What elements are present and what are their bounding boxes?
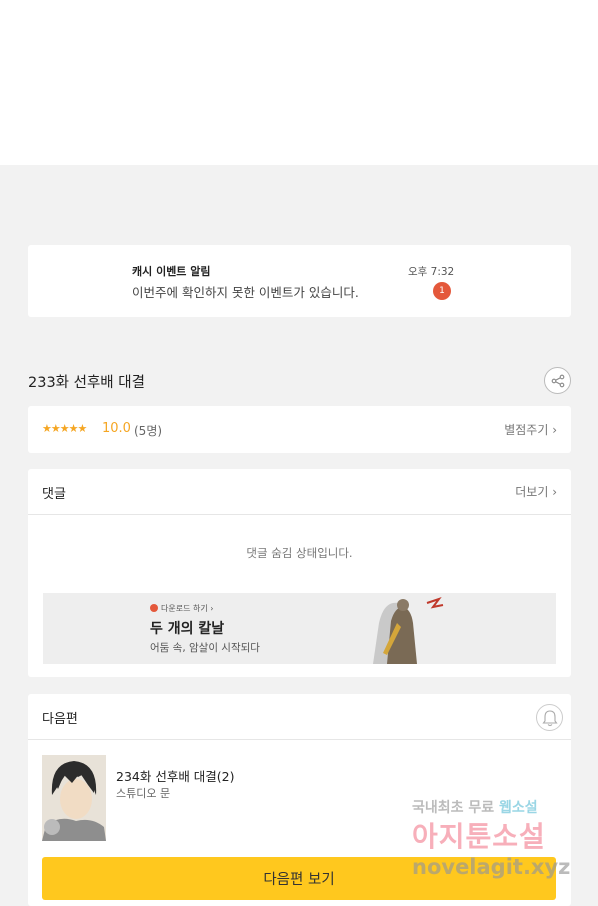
watermark-domain: novelagit.xyz [412,855,571,879]
ad-subtitle: 어둠 속, 암살이 시작되다 [150,642,260,654]
next-episode-thumbnail[interactable] [42,755,106,841]
comments-more-link[interactable]: 더보기 › [515,483,557,500]
cash-event-notification[interactable]: 캐시 이벤트 알림 이번주에 확인하지 못한 이벤트가 있습니다. 오후 7:3… [28,245,571,317]
ad-download-text: 다운로드 하기 › [161,604,214,613]
site-watermark: 국내최초 무료 웹소설 아지툰소설 novelagit.xyz [408,797,588,889]
rating-score: 10.0 [102,421,131,436]
ad-character-illustration [373,597,444,664]
rating-card: ★★★★★ 10.0 (5명) 별점주기 › [28,406,571,453]
comments-heading: 댓글 [42,487,66,502]
watermark-tagline-highlight: 웹소설 [499,800,538,816]
watermark-site-name: 아지툰소설 [412,820,546,853]
app-logo-icon [150,604,158,612]
watermark-tagline: 국내최초 무료 웹소설 [412,797,538,817]
notification-badge: 1 [433,282,451,300]
notification-time: 오후 7:32 [408,266,455,278]
next-episode-title: 234화 선후배 대결(2) [116,769,235,784]
comments-hidden-message: 댓글 숨김 상태입니다. [246,546,353,560]
share-icon [551,374,565,388]
divider [28,514,571,515]
top-blank-area [0,0,598,165]
rating-count: (5명) [134,424,163,438]
ad-title: 두 개의 칼날 [150,621,225,637]
episode-title: 233화 선후배 대결 [28,375,145,391]
comments-card: 댓글 더보기 › 댓글 숨김 상태입니다. 다운로드 하기 › 두 개의 칼날 … [28,469,571,677]
share-button[interactable] [544,367,571,394]
ad-download-label: 다운로드 하기 › [150,603,213,614]
star-rating-icons: ★★★★★ [42,422,87,435]
watermark-tagline-text: 국내최초 무료 [412,800,495,816]
bell-icon [542,710,558,727]
character-portrait-image [42,755,106,841]
next-episode-heading: 다음편 [42,712,78,727]
divider [28,739,571,740]
notification-bell-button[interactable] [536,704,563,731]
ad-banner[interactable]: 다운로드 하기 › 두 개의 칼날 어둠 속, 암살이 시작되다 [43,593,556,664]
rate-button[interactable]: 별점주기 › [504,421,557,438]
notification-title: 캐시 이벤트 알림 [132,265,211,278]
next-episode-author: 스튜디오 문 [116,787,171,800]
notification-message: 이번주에 확인하지 못한 이벤트가 있습니다. [132,285,359,300]
